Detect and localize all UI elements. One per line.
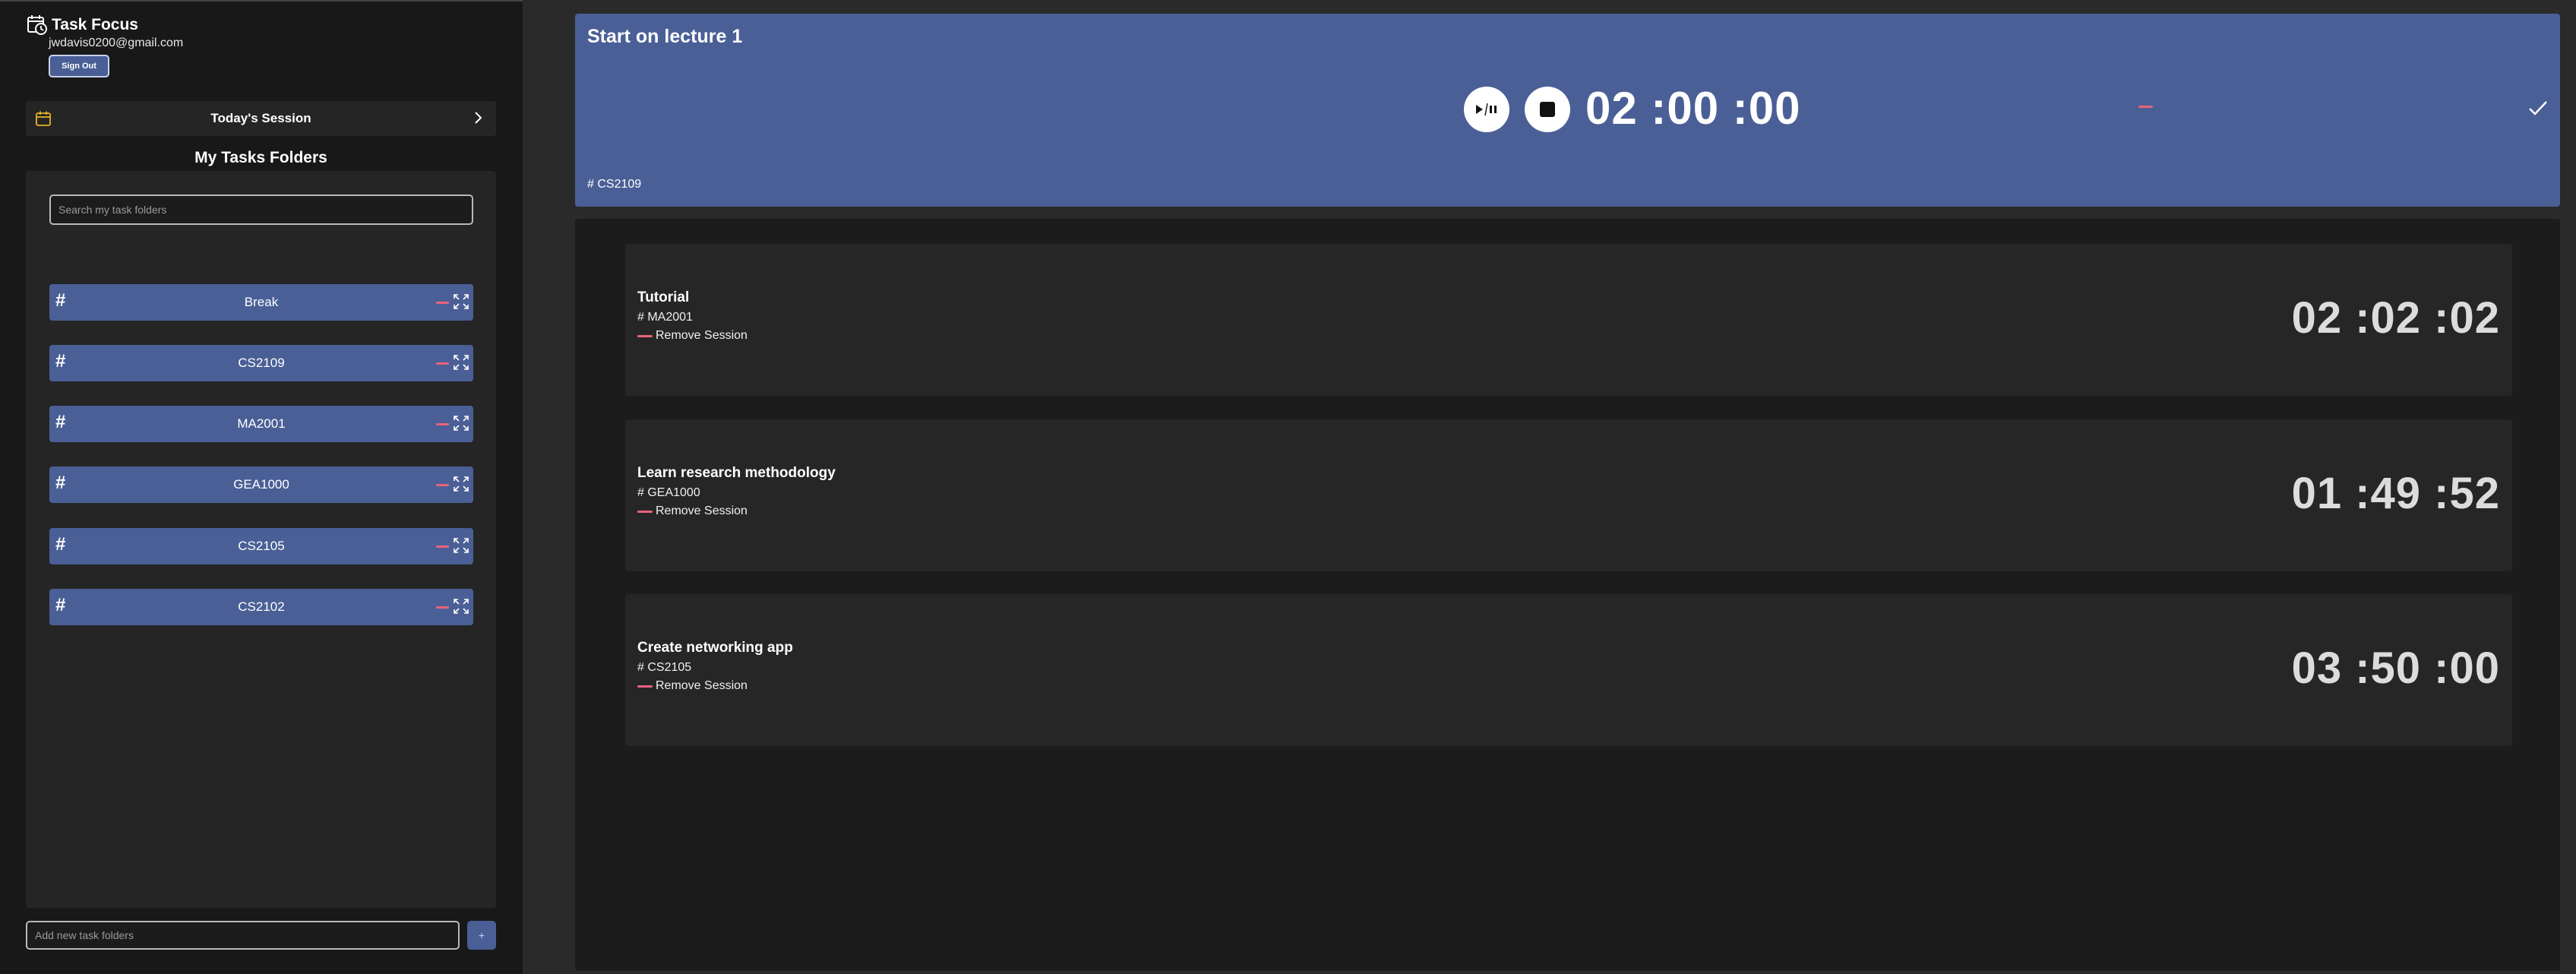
expand-icon[interactable] (453, 354, 469, 371)
minus-icon (637, 685, 653, 688)
add-folder-button[interactable]: + (467, 921, 496, 950)
folder-item-cs2109[interactable]: # CS2109 (49, 345, 473, 381)
user-email: jwdavis0200@gmail.com (49, 36, 184, 49)
main-area: Start on lecture 1 02 :00 :00 # CS2109 T… (523, 0, 2576, 974)
session-timer: 03 :50 :00 (2291, 644, 2500, 693)
folder-label: CS2105 (238, 539, 285, 553)
remove-session-button[interactable]: Remove Session (637, 329, 748, 343)
minus-icon[interactable] (436, 606, 449, 609)
stop-icon (1540, 102, 1555, 117)
play-pause-icon (1476, 103, 1497, 116)
folder-item-cs2105[interactable]: # CS2105 (49, 528, 473, 564)
minus-icon[interactable] (436, 362, 449, 365)
folder-item-gea1000[interactable]: # GEA1000 (49, 466, 473, 503)
check-icon[interactable] (2526, 96, 2550, 120)
sessions-panel: Tutorial # MA2001 Remove Session 02 :02 … (575, 219, 2560, 971)
expand-icon[interactable] (453, 537, 469, 554)
expand-icon[interactable] (453, 598, 469, 615)
remove-session-label: Remove Session (656, 679, 748, 692)
todays-session-label: Today's Session (210, 111, 311, 125)
minus-icon (637, 334, 653, 337)
session-card[interactable]: Learn research methodology # GEA1000 Rem… (625, 419, 2512, 571)
remove-session-label: Remove Session (656, 504, 748, 517)
minus-icon[interactable] (436, 423, 449, 425)
active-session-card: Start on lecture 1 02 :00 :00 # CS2109 (575, 14, 2560, 207)
folder-label: MA2001 (237, 416, 286, 431)
active-session-title: Start on lecture 1 (587, 26, 743, 47)
session-timer: 01 :49 :52 (2291, 469, 2500, 518)
search-folders-input[interactable] (49, 194, 473, 225)
session-tag: # GEA1000 (637, 486, 700, 499)
folder-label: GEA1000 (233, 477, 289, 492)
folder-label: Break (244, 295, 279, 309)
expand-icon[interactable] (453, 293, 469, 310)
session-title: Create networking app (637, 640, 793, 656)
hash-icon: # (55, 595, 66, 615)
session-title: Learn research methodology (637, 465, 836, 481)
session-timer: 02 :02 :02 (2291, 293, 2500, 343)
expand-icon[interactable] (453, 415, 469, 432)
todays-session-button[interactable]: Today's Session (26, 101, 496, 136)
stop-button[interactable] (1525, 87, 1570, 132)
hash-icon: # (55, 290, 66, 311)
active-session-tag: # CS2109 (587, 178, 642, 191)
chevron-right-icon (475, 112, 482, 124)
remove-session-button[interactable]: Remove Session (637, 679, 748, 693)
hash-icon: # (55, 473, 66, 493)
session-title: Tutorial (637, 289, 690, 305)
play-pause-button[interactable] (1464, 87, 1509, 132)
folder-label: CS2102 (238, 599, 285, 614)
session-card[interactable]: Tutorial # MA2001 Remove Session 02 :02 … (625, 244, 2512, 396)
folder-item-ma2001[interactable]: # MA2001 (49, 406, 473, 442)
folders-panel: # Break # CS2109 (26, 171, 496, 908)
session-card[interactable]: Create networking app # CS2105 Remove Se… (625, 594, 2512, 746)
folder-label: CS2109 (238, 356, 285, 370)
hash-icon: # (55, 412, 66, 432)
minus-icon[interactable] (2138, 106, 2153, 108)
folder-item-cs2102[interactable]: # CS2102 (49, 589, 473, 625)
remove-session-button[interactable]: Remove Session (637, 504, 748, 518)
active-session-timer: 02 :00 :00 (1585, 83, 1801, 134)
session-tag: # CS2105 (637, 661, 692, 674)
minus-icon[interactable] (436, 302, 449, 304)
sign-out-button[interactable]: Sign Out (49, 55, 109, 77)
minus-icon[interactable] (436, 484, 449, 486)
session-tag: # MA2001 (637, 311, 693, 324)
remove-session-label: Remove Session (656, 329, 748, 342)
minus-icon[interactable] (436, 546, 449, 548)
calendar-icon (36, 111, 51, 126)
minus-icon (637, 510, 653, 513)
folders-title: My Tasks Folders (194, 149, 327, 166)
sidebar: Task Focus jwdavis0200@gmail.com Sign Ou… (0, 0, 523, 974)
app-title: Task Focus (52, 16, 138, 33)
hash-icon: # (55, 351, 66, 372)
clock-calendar-icon (27, 15, 47, 35)
expand-icon[interactable] (453, 476, 469, 492)
add-folder-input[interactable] (26, 921, 460, 950)
brand: Task Focus (26, 14, 138, 36)
folder-item-break[interactable]: # Break (49, 284, 473, 321)
hash-icon: # (55, 534, 66, 555)
